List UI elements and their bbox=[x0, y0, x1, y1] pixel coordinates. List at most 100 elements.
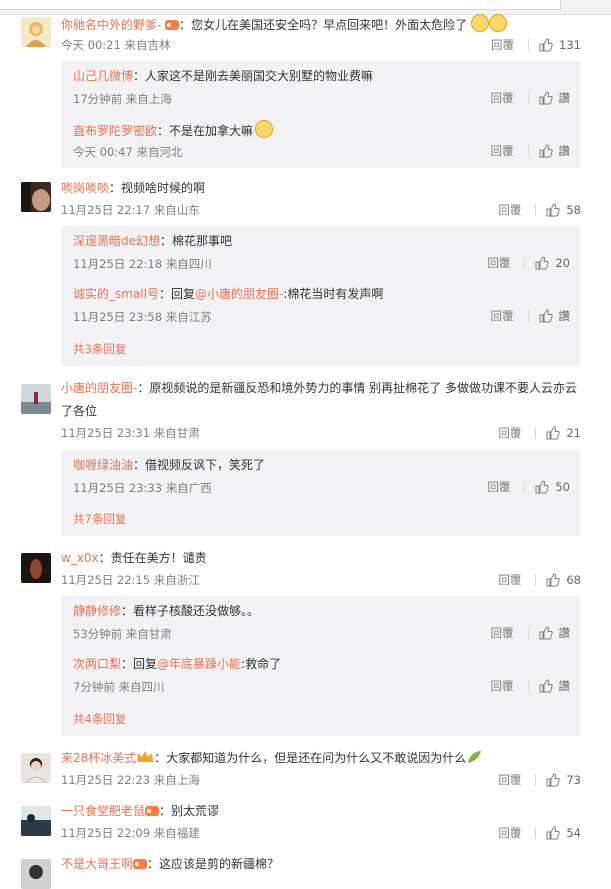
avatar[interactable] bbox=[21, 553, 51, 583]
sad-face-icon bbox=[489, 14, 508, 32]
like-count: 讚 bbox=[558, 626, 571, 640]
reply-button[interactable]: 回覆 bbox=[491, 308, 514, 324]
comment-actions: 回覆 68 bbox=[498, 571, 581, 589]
sub-comments: 山己几微博：人家这不是刚去美丽国交大别墅的物业费嘛 17分钟前 来自上海 回覆 … bbox=[61, 61, 580, 168]
sub-comment-meta: 11月25日 23:33 来自广西 bbox=[73, 481, 212, 495]
comment-author[interactable]: 你驰名中外的野爹- bbox=[61, 18, 161, 32]
comment-body: ：原视频说的是新疆反恐和境外势力的事情 别再扯棉花了 多做做功课不要人云亦云 bbox=[137, 381, 577, 395]
comment-text-continued: 了各位 bbox=[61, 404, 98, 418]
like-icon[interactable] bbox=[539, 679, 553, 693]
sub-comment-meta: 53分钟前 来自甘肃 bbox=[73, 627, 172, 641]
comment-author[interactable]: 小唐的朋友圈- bbox=[61, 381, 137, 395]
divider bbox=[527, 310, 529, 322]
doge-face-icon bbox=[255, 120, 274, 138]
reply-button[interactable]: 回覆 bbox=[498, 825, 521, 841]
sub-comment-author[interactable]: 诚实的_small号 bbox=[73, 287, 159, 301]
like-icon[interactable] bbox=[539, 626, 553, 640]
reply-button[interactable]: 回覆 bbox=[487, 255, 510, 271]
like-icon[interactable] bbox=[535, 480, 550, 494]
avatar[interactable] bbox=[21, 753, 51, 783]
sub-comment-author[interactable]: 次两口梨 bbox=[73, 657, 121, 671]
sub-comment-text: 次两口梨：回复@年底暴躁小能:救命了 bbox=[73, 655, 281, 674]
sub-comments: 静静修修：看样子核酸还没做够。。 53分钟前 来自甘肃 回覆 讚 次两口梨：回复… bbox=[61, 596, 580, 736]
sub-comment-text: 咖喱绿油油：借视频反讽下，笑死了 bbox=[73, 456, 265, 475]
sub-comment-meta: 今天 00:47 来自河北 bbox=[73, 145, 183, 159]
like-icon[interactable] bbox=[535, 256, 550, 270]
like-count: 20 bbox=[555, 256, 570, 270]
comment-body: ：您女儿在美国还安全吗？早点回来吧！外面太危险了 bbox=[179, 18, 468, 32]
divider bbox=[535, 827, 537, 839]
comment-text: 来28杯冰美式 ：大家都知道为什么，但是还在问为什么又不敢说因为什么 bbox=[61, 749, 482, 768]
sub-comment-meta: 7分钟前 来自四川 bbox=[73, 680, 165, 694]
more-replies-link[interactable]: 共3条回复 bbox=[73, 341, 126, 357]
like-icon[interactable] bbox=[539, 38, 553, 52]
sub-comment-body: ：回复 bbox=[158, 287, 195, 301]
sub-comment-author[interactable]: 咖喱绿油油 bbox=[73, 458, 133, 472]
divider bbox=[527, 92, 529, 104]
sub-comment-body: :救命了 bbox=[241, 657, 282, 671]
avatar[interactable] bbox=[21, 182, 51, 212]
reply-button[interactable]: 回覆 bbox=[498, 772, 521, 788]
avatar[interactable] bbox=[21, 859, 51, 889]
sub-comment-body: ：看样子核酸还没做够。。 bbox=[121, 604, 260, 618]
comment-actions: 回覆 131 bbox=[491, 36, 581, 54]
divider bbox=[527, 680, 529, 692]
like-icon[interactable] bbox=[539, 309, 553, 323]
comment-body: ：大家都知道为什么，但是还在问为什么又不敢说因为什么 bbox=[154, 751, 467, 765]
comment-author[interactable]: 啖岗啖啖 bbox=[61, 181, 109, 195]
like-count: 讚 bbox=[558, 679, 571, 693]
avatar[interactable] bbox=[21, 17, 51, 47]
sub-comment-author[interactable]: 深邃黑暗de幻想 bbox=[73, 234, 160, 248]
sub-comment-author[interactable]: 静静修修 bbox=[73, 604, 121, 618]
sub-comment-text: 直布罗陀罗密欧：不是在加拿大嘛 bbox=[73, 120, 274, 141]
sub-comment-body: ：棉花那事吧 bbox=[160, 234, 233, 248]
comment-text: 啖岗啖啖：视频啥时候的啊 bbox=[61, 179, 205, 198]
like-count: 54 bbox=[566, 826, 581, 840]
reply-button[interactable]: 回覆 bbox=[491, 37, 514, 53]
more-replies-link[interactable]: 共4条回复 bbox=[73, 711, 126, 727]
sub-comment-author[interactable]: 山己几微博 bbox=[73, 69, 133, 83]
comment-meta: 11月25日 23:31 来自甘肃 bbox=[61, 426, 200, 440]
more-replies-link[interactable]: 共7条回复 bbox=[73, 511, 126, 527]
comment-author[interactable]: w_x0x bbox=[61, 551, 99, 565]
reply-button[interactable]: 回覆 bbox=[491, 625, 514, 641]
divider bbox=[535, 774, 537, 786]
sub-comment-text: 山己几微博：人家这不是刚去美丽国交大别墅的物业费嘛 bbox=[73, 67, 373, 86]
divider bbox=[524, 481, 526, 493]
like-icon[interactable] bbox=[539, 91, 553, 105]
comment-author[interactable]: 不是大哥王啊 bbox=[61, 857, 133, 871]
sub-comment-actions: 回覆 50 bbox=[487, 478, 570, 496]
mention-link[interactable]: @年底暴躁小能 bbox=[157, 657, 241, 671]
reply-button[interactable]: 回覆 bbox=[498, 202, 521, 218]
like-icon[interactable] bbox=[546, 203, 561, 217]
comment-meta: 11月25日 22:09 来自福建 bbox=[61, 826, 200, 840]
comment-text: w_x0x：责任在美方！谴责 bbox=[61, 549, 207, 568]
reply-button[interactable]: 回覆 bbox=[498, 425, 521, 441]
divider bbox=[535, 204, 537, 216]
browser-tab[interactable] bbox=[0, 0, 561, 10]
divider bbox=[527, 145, 529, 157]
reply-button[interactable]: 回覆 bbox=[491, 90, 514, 106]
like-icon[interactable] bbox=[546, 826, 561, 840]
sub-comment-author[interactable]: 直布罗陀罗密欧 bbox=[73, 124, 157, 138]
like-icon[interactable] bbox=[539, 144, 553, 158]
reply-button[interactable]: 回覆 bbox=[498, 572, 521, 588]
sub-comment-meta: 11月25日 22:18 来自四川 bbox=[73, 257, 212, 271]
comment-text: 小唐的朋友圈-：原视频说的是新疆反恐和境外势力的事情 别再扯棉花了 多做做功课不… bbox=[61, 379, 577, 398]
browser-top-strip bbox=[0, 0, 611, 15]
like-icon[interactable] bbox=[546, 573, 561, 587]
reply-button[interactable]: 回覆 bbox=[487, 479, 510, 495]
sub-comment-body: :棉花当时有发声啊 bbox=[283, 287, 384, 301]
comment-actions: 回覆 54 bbox=[498, 824, 581, 842]
reply-button[interactable]: 回覆 bbox=[491, 143, 514, 159]
like-icon[interactable] bbox=[546, 426, 561, 440]
comment-author[interactable]: 一只食堂肥老鼠 bbox=[61, 804, 145, 818]
like-icon[interactable] bbox=[546, 773, 561, 787]
sub-comment-body: ：借视频反讽下，笑死了 bbox=[133, 458, 266, 472]
avatar[interactable] bbox=[21, 384, 51, 414]
sub-comment-meta: 11月25日 23:58 来自江苏 bbox=[73, 310, 212, 324]
avatar[interactable] bbox=[21, 806, 51, 836]
comment-author[interactable]: 来28杯冰美式 bbox=[61, 751, 136, 765]
mention-link[interactable]: @小唐的朋友圈- bbox=[195, 287, 283, 301]
reply-button[interactable]: 回覆 bbox=[491, 678, 514, 694]
